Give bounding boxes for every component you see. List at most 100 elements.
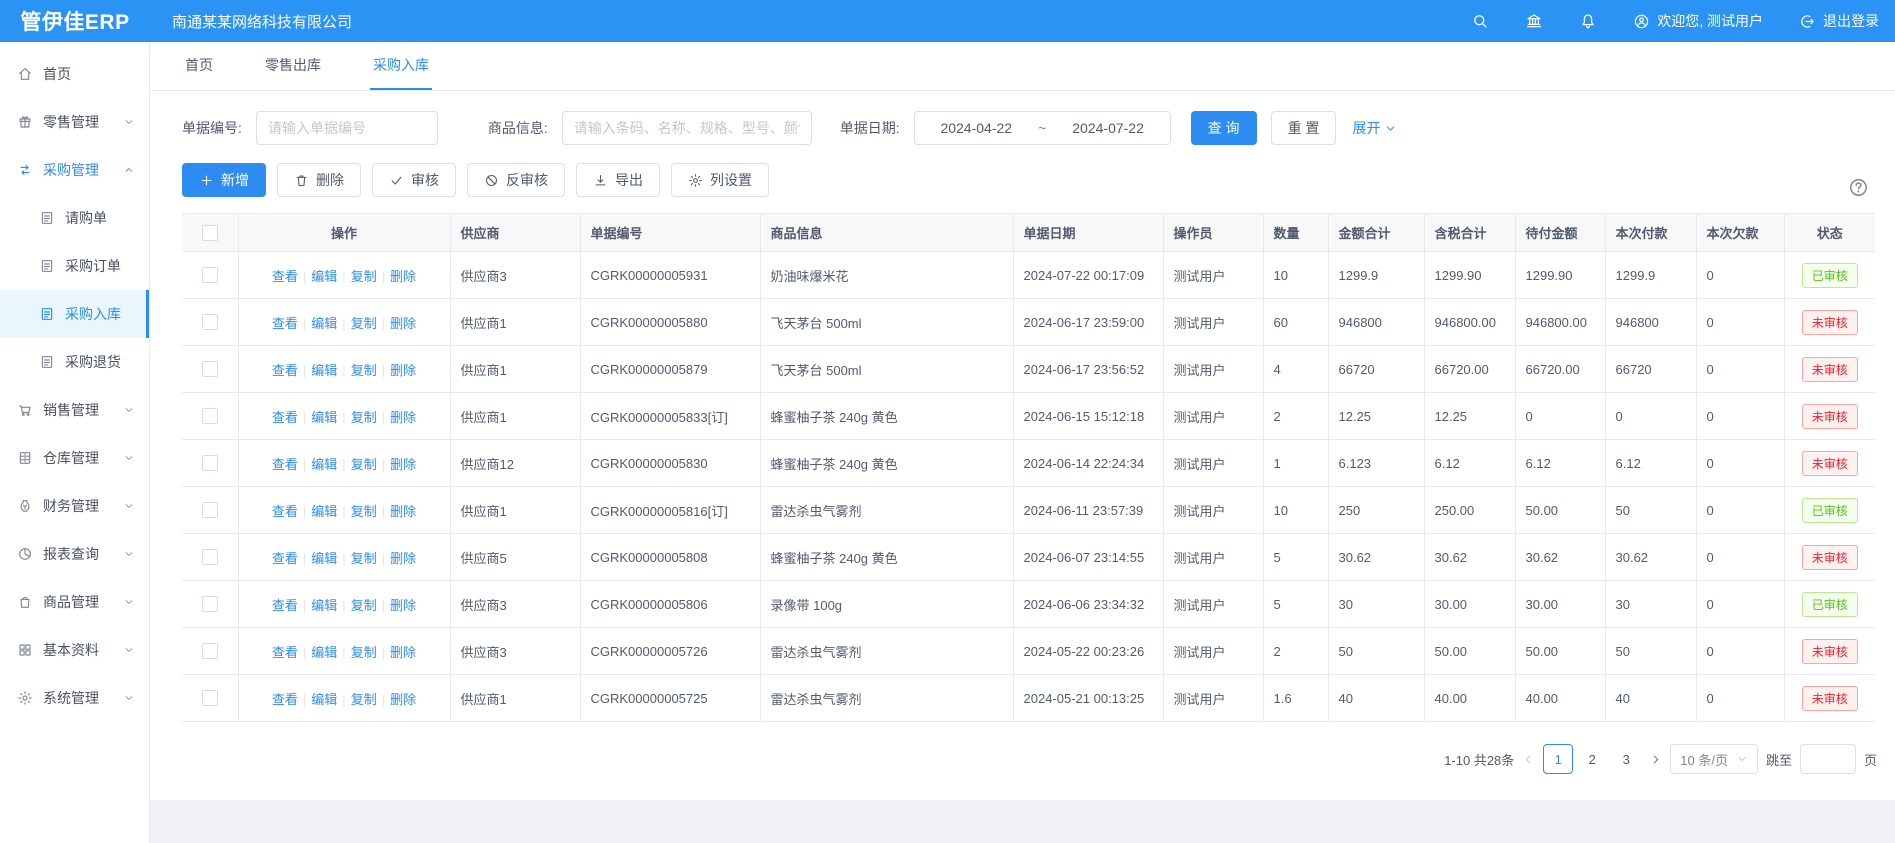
copy-link[interactable]: 复制 xyxy=(351,269,377,284)
sidebar-item-采购管理[interactable]: 采购管理 xyxy=(0,146,149,194)
edit-link[interactable]: 编辑 xyxy=(311,598,337,613)
add-button[interactable]: 新增 xyxy=(182,163,266,197)
page-button-2[interactable]: 2 xyxy=(1577,744,1607,774)
view-link[interactable]: 查看 xyxy=(272,645,298,660)
copy-link[interactable]: 复制 xyxy=(351,457,377,472)
sidebar-item-仓库管理[interactable]: 仓库管理 xyxy=(0,434,149,482)
sidebar-item-采购订单[interactable]: 采购订单 xyxy=(0,242,149,290)
chevron-down-icon xyxy=(123,452,135,464)
jump-page-input[interactable] xyxy=(1800,744,1856,774)
copy-link[interactable]: 复制 xyxy=(351,363,377,378)
sidebar-item-销售管理[interactable]: 销售管理 xyxy=(0,386,149,434)
sidebar-item-报表查询[interactable]: 报表查询 xyxy=(0,530,149,578)
copy-link[interactable]: 复制 xyxy=(351,551,377,566)
expand-toggle[interactable]: 展开 xyxy=(1352,118,1397,138)
edit-link[interactable]: 编辑 xyxy=(311,504,337,519)
page-button-1[interactable]: 1 xyxy=(1543,744,1573,774)
view-link[interactable]: 查看 xyxy=(272,692,298,707)
row-checkbox[interactable] xyxy=(202,549,218,565)
view-link[interactable]: 查看 xyxy=(272,504,298,519)
welcome-user[interactable]: 欢迎您, 测试用户 xyxy=(1633,11,1763,31)
sidebar-item-基本资料[interactable]: 基本资料 xyxy=(0,626,149,674)
row-checkbox[interactable] xyxy=(202,502,218,518)
logout-button[interactable]: 退出登录 xyxy=(1799,11,1879,31)
link-separator: | xyxy=(303,598,306,613)
help-icon[interactable] xyxy=(1848,177,1869,203)
row-checkbox[interactable] xyxy=(202,455,218,471)
select-all-checkbox[interactable] xyxy=(202,225,218,241)
view-link[interactable]: 查看 xyxy=(272,598,298,613)
delete-link[interactable]: 删除 xyxy=(390,410,416,425)
export-button[interactable]: 导出 xyxy=(576,163,660,197)
delete-link[interactable]: 删除 xyxy=(390,269,416,284)
edit-link[interactable]: 编辑 xyxy=(311,410,337,425)
tab-零售出库[interactable]: 零售出库 xyxy=(262,42,324,90)
delete-link[interactable]: 删除 xyxy=(390,363,416,378)
edit-link[interactable]: 编辑 xyxy=(311,269,337,284)
edit-link[interactable]: 编辑 xyxy=(311,457,337,472)
sidebar-item-首页[interactable]: 首页 xyxy=(0,50,149,98)
order-no-input[interactable] xyxy=(256,111,438,145)
search-button[interactable]: 查 询 xyxy=(1191,111,1257,145)
edit-link[interactable]: 编辑 xyxy=(311,316,337,331)
edit-link[interactable]: 编辑 xyxy=(311,551,337,566)
sidebar-item-商品管理[interactable]: 商品管理 xyxy=(0,578,149,626)
copy-link[interactable]: 复制 xyxy=(351,598,377,613)
reset-button[interactable]: 重 置 xyxy=(1271,111,1337,145)
row-actions: 查看|编辑|复制|删除 xyxy=(238,252,450,299)
next-page-button[interactable] xyxy=(1649,753,1662,766)
page-size-select[interactable]: 10 条/页 xyxy=(1670,744,1758,774)
search-icon[interactable] xyxy=(1471,12,1489,30)
delete-link[interactable]: 删除 xyxy=(390,598,416,613)
sidebar-item-请购单[interactable]: 请购单 xyxy=(0,194,149,242)
date-range-picker[interactable]: 2024-04-22 ~ 2024-07-22 xyxy=(914,111,1171,145)
row-checkbox[interactable] xyxy=(202,596,218,612)
row-checkbox[interactable] xyxy=(202,643,218,659)
cell-operator: 测试用户 xyxy=(1163,487,1263,534)
delete-link[interactable]: 删除 xyxy=(390,457,416,472)
bank-icon[interactable] xyxy=(1525,12,1543,30)
delete-button[interactable]: 删除 xyxy=(277,163,361,197)
prev-page-button[interactable] xyxy=(1522,753,1535,766)
view-link[interactable]: 查看 xyxy=(272,551,298,566)
home-icon xyxy=(17,66,33,82)
sidebar-item-财务管理[interactable]: 财务管理 xyxy=(0,482,149,530)
row-checkbox[interactable] xyxy=(202,408,218,424)
copy-link[interactable]: 复制 xyxy=(351,504,377,519)
copy-link[interactable]: 复制 xyxy=(351,316,377,331)
unaudit-button[interactable]: 反审核 xyxy=(467,163,565,197)
page-button-3[interactable]: 3 xyxy=(1611,744,1641,774)
delete-link[interactable]: 删除 xyxy=(390,692,416,707)
product-info-input[interactable] xyxy=(562,111,812,145)
sidebar-item-零售管理[interactable]: 零售管理 xyxy=(0,98,149,146)
row-checkbox[interactable] xyxy=(202,690,218,706)
sidebar-item-系统管理[interactable]: 系统管理 xyxy=(0,674,149,722)
view-link[interactable]: 查看 xyxy=(272,410,298,425)
copy-link[interactable]: 复制 xyxy=(351,410,377,425)
edit-link[interactable]: 编辑 xyxy=(311,692,337,707)
view-link[interactable]: 查看 xyxy=(272,457,298,472)
view-link[interactable]: 查看 xyxy=(272,316,298,331)
delete-link[interactable]: 删除 xyxy=(390,316,416,331)
columns-button[interactable]: 列设置 xyxy=(671,163,769,197)
tab-采购入库[interactable]: 采购入库 xyxy=(370,42,432,90)
delete-link[interactable]: 删除 xyxy=(390,504,416,519)
copy-link[interactable]: 复制 xyxy=(351,692,377,707)
copy-link[interactable]: 复制 xyxy=(351,645,377,660)
sidebar-item-采购入库[interactable]: 采购入库 xyxy=(0,290,149,338)
edit-link[interactable]: 编辑 xyxy=(311,363,337,378)
row-checkbox[interactable] xyxy=(202,314,218,330)
view-link[interactable]: 查看 xyxy=(272,363,298,378)
delete-link[interactable]: 删除 xyxy=(390,645,416,660)
delete-link[interactable]: 删除 xyxy=(390,551,416,566)
bell-icon[interactable] xyxy=(1579,12,1597,30)
sidebar-item-采购退货[interactable]: 采购退货 xyxy=(0,338,149,386)
audit-button[interactable]: 审核 xyxy=(372,163,456,197)
tab-首页[interactable]: 首页 xyxy=(182,42,216,90)
edit-link[interactable]: 编辑 xyxy=(311,645,337,660)
cell-paid: 1299.9 xyxy=(1605,252,1696,299)
table-row: 查看|编辑|复制|删除供应商3CGRK00000005931奶油味爆米花2024… xyxy=(182,252,1875,299)
row-checkbox[interactable] xyxy=(202,361,218,377)
view-link[interactable]: 查看 xyxy=(272,269,298,284)
row-checkbox[interactable] xyxy=(202,267,218,283)
